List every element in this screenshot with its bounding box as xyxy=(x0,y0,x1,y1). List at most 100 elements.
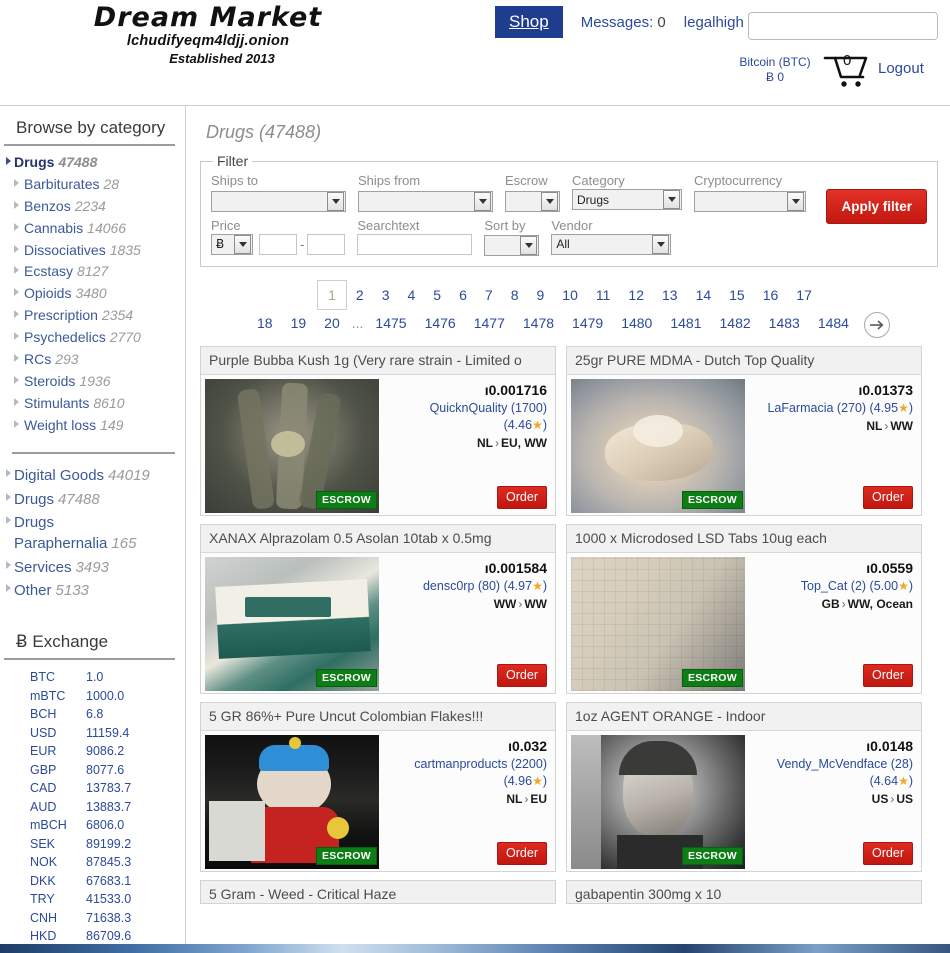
sidebar-category-barbiturates[interactable]: Barbiturates 28 xyxy=(6,174,179,196)
sidebar-topcategory-other[interactable]: Other 5133 xyxy=(6,579,179,602)
pagination-page-9[interactable]: 9 xyxy=(527,287,553,303)
pagination-page-4[interactable]: 4 xyxy=(399,287,425,303)
sidebar-category-steroids[interactable]: Steroids 1936 xyxy=(6,371,179,393)
sort-by-select[interactable] xyxy=(484,235,540,256)
product-card[interactable]: 1000 x Microdosed LSD Tabs 10ug each ESCR… xyxy=(566,523,922,694)
pagination-page-1480[interactable]: 1480 xyxy=(612,315,661,331)
category-label[interactable]: Cannabis xyxy=(24,220,83,236)
sidebar-category-ecstasy[interactable]: Ecstasy 8127 xyxy=(6,261,179,283)
pagination-page-18[interactable]: 18 xyxy=(248,315,282,331)
category-label[interactable]: Drugs xyxy=(14,154,54,170)
product-title[interactable]: 1oz AGENT ORANGE - Indoor xyxy=(567,702,921,731)
nav-username-link[interactable]: legalhigh xyxy=(684,14,744,31)
cryptocurrency-select[interactable] xyxy=(694,190,806,212)
product-card[interactable]: gabapentin 300mg x 10 xyxy=(566,879,922,904)
pagination-page-1477[interactable]: 1477 xyxy=(465,315,514,331)
currency-indicator[interactable]: Bitcoin (BTC) Ƀ 0 xyxy=(730,55,820,85)
category-label[interactable]: RCs xyxy=(24,351,51,367)
pagination-page-12[interactable]: 12 xyxy=(619,287,653,303)
pagination-page-3[interactable]: 3 xyxy=(373,287,399,303)
pagination-page-1481[interactable]: 1481 xyxy=(661,315,710,331)
product-card[interactable]: 1oz AGENT ORANGE - Indoor ESCROW ı0.0148 Ve… xyxy=(566,701,922,872)
order-button[interactable]: Order xyxy=(497,841,547,865)
sidebar-category-prescription[interactable]: Prescription 2354 xyxy=(6,305,179,327)
product-thumbnail-wrap[interactable]: ESCROW xyxy=(201,552,379,693)
sidebar-topcategory-digital-goods[interactable]: Digital Goods 44019 xyxy=(6,464,179,487)
pagination-page-5[interactable]: 5 xyxy=(424,287,450,303)
nav-shop-button[interactable]: Shop xyxy=(495,6,563,38)
product-title[interactable]: gabapentin 300mg x 10 xyxy=(567,880,921,903)
product-title[interactable]: 5 Gram - Weed - Critical Haze xyxy=(201,880,555,903)
product-thumbnail-wrap[interactable]: ESCROW xyxy=(567,730,745,871)
sidebar-category-stimulants[interactable]: Stimulants 8610 xyxy=(6,393,179,415)
vendor-select[interactable]: All xyxy=(551,233,672,255)
category-label[interactable]: Weight loss xyxy=(24,417,96,433)
sidebar-category-dissociatives[interactable]: Dissociatives 1835 xyxy=(6,240,179,262)
pagination-page-19[interactable]: 19 xyxy=(282,315,316,331)
searchtext-input[interactable] xyxy=(357,233,473,255)
sidebar-category-opioids[interactable]: Opioids 3480 xyxy=(6,283,179,305)
chevron-down-icon[interactable] xyxy=(652,234,670,254)
category-label[interactable]: Services xyxy=(14,559,72,576)
pagination-page-15[interactable]: 15 xyxy=(720,287,754,303)
ships-from-select[interactable] xyxy=(358,190,493,212)
header-search[interactable] xyxy=(748,12,938,40)
product-vendor[interactable]: Top_Cat (2) (5.00★) xyxy=(749,578,913,595)
product-card[interactable]: Purple Bubba Kush 1g (Very rare strain -… xyxy=(200,345,556,516)
pagination-next-button[interactable] xyxy=(863,311,890,338)
product-thumbnail[interactable]: ESCROW xyxy=(205,734,379,869)
product-vendor[interactable]: cartmanproducts (2200) (4.96★) xyxy=(383,756,547,790)
order-button[interactable]: Order xyxy=(863,663,913,687)
pagination-page-2[interactable]: 2 xyxy=(347,287,373,303)
category-label[interactable]: Digital Goods xyxy=(14,467,104,484)
order-button[interactable]: Order xyxy=(497,663,547,687)
pagination-page-1479[interactable]: 1479 xyxy=(563,315,612,331)
product-thumbnail-wrap[interactable]: ESCROW xyxy=(201,730,379,871)
sidebar-topcategory-drugs[interactable]: Drugs 47488 xyxy=(6,488,179,511)
product-vendor[interactable]: LaFarmacia (270) (4.95★) xyxy=(749,400,913,417)
pagination-page-1484[interactable]: 1484 xyxy=(809,315,858,331)
pagination-page-8[interactable]: 8 xyxy=(502,287,528,303)
product-thumbnail-wrap[interactable]: ESCROW xyxy=(567,552,745,693)
category-label[interactable]: Steroids xyxy=(24,373,75,389)
price-currency-select[interactable]: Ƀ xyxy=(211,233,253,255)
sidebar-category-benzos[interactable]: Benzos 2234 xyxy=(6,196,179,218)
pagination-page-1478[interactable]: 1478 xyxy=(514,315,563,331)
order-button[interactable]: Order xyxy=(497,485,547,509)
search-input[interactable] xyxy=(749,13,937,39)
product-title[interactable]: XANAX Alprazolam 0.5 Asolan 10tab x 0.5m… xyxy=(201,524,555,553)
search-button[interactable] xyxy=(937,13,938,39)
category-label[interactable]: Drugs xyxy=(14,491,54,508)
logout-link[interactable]: Logout xyxy=(878,60,924,77)
category-label[interactable]: Ecstasy xyxy=(24,263,73,279)
product-thumbnail[interactable]: ESCROW xyxy=(571,378,745,513)
pagination-page-14[interactable]: 14 xyxy=(687,287,721,303)
category-label[interactable]: Opioids xyxy=(24,285,71,301)
sidebar-category-psychedelics[interactable]: Psychedelics 2770 xyxy=(6,327,179,349)
escrow-select[interactable] xyxy=(505,190,560,212)
chevron-down-icon[interactable] xyxy=(520,236,538,255)
category-label[interactable]: Benzos xyxy=(24,198,71,214)
product-vendor[interactable]: densc0rp (80) (4.97★) xyxy=(383,578,547,595)
category-label[interactable]: Drugs Paraphernalia xyxy=(14,514,107,552)
sidebar-topcategory-drugs-paraphernalia[interactable]: Drugs Paraphernalia 165 xyxy=(6,511,179,556)
pagination-page-1[interactable]: 1 xyxy=(317,280,347,310)
pagination-page-11[interactable]: 11 xyxy=(587,287,620,303)
chevron-down-icon[interactable] xyxy=(327,191,344,211)
nav-messages-link[interactable]: Messages: 0 xyxy=(581,14,666,31)
product-thumbnail[interactable]: ESCROW xyxy=(571,734,745,869)
pagination-page-17[interactable]: 17 xyxy=(787,287,821,303)
sidebar-category-weight-loss[interactable]: Weight loss 149 xyxy=(6,415,179,437)
ships-to-select[interactable] xyxy=(211,190,346,212)
pagination-page-1475[interactable]: 1475 xyxy=(366,315,415,331)
product-thumbnail[interactable]: ESCROW xyxy=(205,378,379,513)
product-title[interactable]: 5 GR 86%+ Pure Uncut Colombian Flakes!!! xyxy=(201,702,555,731)
chevron-down-icon[interactable] xyxy=(663,190,680,209)
pagination-page-6[interactable]: 6 xyxy=(450,287,476,303)
product-thumbnail-wrap[interactable]: ESCROW xyxy=(201,374,379,515)
product-thumbnail[interactable]: ESCROW xyxy=(571,556,745,691)
product-card[interactable]: XANAX Alprazolam 0.5 Asolan 10tab x 0.5m… xyxy=(200,523,556,694)
pagination-page-1483[interactable]: 1483 xyxy=(760,315,809,331)
pagination-page-13[interactable]: 13 xyxy=(653,287,687,303)
chevron-down-icon[interactable] xyxy=(541,191,558,211)
